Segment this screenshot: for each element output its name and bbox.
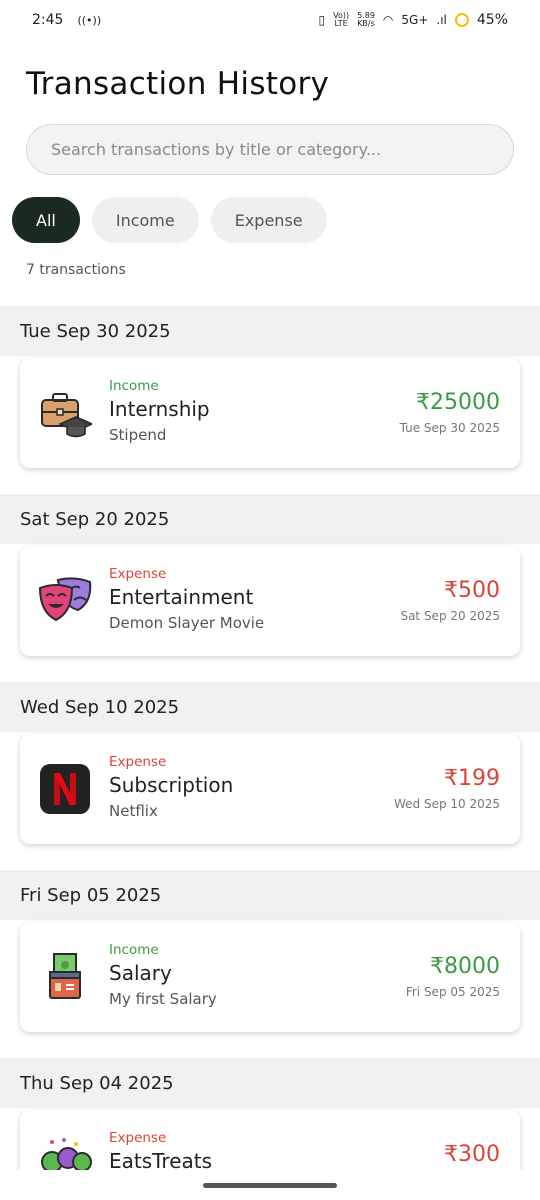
- theater-masks-icon: [38, 577, 92, 622]
- transaction-card[interactable]: Expense Entertainment Demon Slayer Movie…: [20, 546, 520, 656]
- transaction-category: Subscription: [109, 773, 234, 797]
- transaction-category: Salary: [109, 961, 172, 985]
- date-header: Wed Sep 10 2025: [0, 682, 540, 732]
- transaction-amount: ₹199: [444, 766, 500, 791]
- transaction-description: Demon Slayer Movie: [109, 614, 265, 632]
- transaction-date: Wed Sep 10 2025: [393, 797, 500, 811]
- transaction-type: Income: [109, 378, 159, 394]
- wifi-calling-icon: ◠: [382, 13, 394, 27]
- transaction-type: Expense: [109, 566, 167, 582]
- search-input[interactable]: [51, 140, 513, 159]
- briefcase-graduation-icon: [41, 393, 92, 438]
- transaction-card[interactable]: Income Internship Stipend ₹25000 Tue Sep…: [20, 358, 520, 468]
- transaction-type: Expense: [109, 754, 167, 770]
- battery-ring-icon: [454, 13, 469, 27]
- transaction-date: Tue Sep 30 2025: [399, 421, 500, 435]
- transaction-category: EatsTreats: [109, 1149, 213, 1170]
- filter-chip-income[interactable]: Income: [91, 197, 199, 243]
- transaction-description: Stipend: [109, 426, 167, 444]
- filter-chip-expense[interactable]: Expense: [210, 197, 327, 243]
- transaction-list[interactable]: Tue Sep 30 2025 Income Internship Stipen…: [0, 306, 540, 1170]
- network-type: 5G+: [401, 13, 429, 27]
- date-header: Sat Sep 20 2025: [0, 494, 540, 544]
- date-header: Fri Sep 05 2025: [0, 870, 540, 920]
- transaction-description: Netflix: [109, 802, 158, 820]
- date-group: Wed Sep 10 2025 Expense Subscription Net…: [0, 682, 540, 870]
- battery-percent: 45%: [476, 12, 508, 28]
- transaction-type: Expense: [109, 1130, 167, 1146]
- date-header: Tue Sep 30 2025: [0, 306, 540, 356]
- signal-icon: .ıl: [436, 13, 447, 27]
- search-bar[interactable]: [26, 124, 514, 175]
- transaction-card[interactable]: Expense Subscription Netflix ₹199 Wed Se…: [20, 734, 520, 844]
- hotspot-icon: ((•)): [77, 13, 102, 27]
- transaction-amount: ₹300: [444, 1142, 500, 1167]
- transaction-category: Entertainment: [109, 585, 254, 609]
- transaction-date: Sat Sep 20 2025: [400, 609, 500, 623]
- volte-indicator: Vo)) LTE: [333, 11, 350, 28]
- filter-chip-all[interactable]: All: [12, 197, 80, 243]
- gesture-nav-bar[interactable]: [203, 1183, 337, 1188]
- netflix-logo-icon: [40, 764, 90, 814]
- transaction-amount: ₹25000: [416, 390, 500, 415]
- transaction-description: My first Salary: [109, 990, 217, 1008]
- status-bar: 2:45 ((•)) ▯ Vo)) LTE 5.89 KB/s ◠ 5G+ .ıl …: [0, 0, 540, 40]
- filter-chips: All Income Expense: [12, 197, 327, 243]
- transaction-amount: ₹8000: [430, 954, 500, 979]
- date-group: Thu Sep 04 2025 Expense EatsTreats ₹300: [0, 1058, 540, 1170]
- transaction-amount: ₹500: [444, 578, 500, 603]
- transaction-card[interactable]: Expense EatsTreats ₹300: [20, 1110, 520, 1170]
- page-title: Transaction History: [26, 66, 330, 102]
- date-group: Fri Sep 05 2025 Income Salary My first S…: [0, 870, 540, 1058]
- transaction-category: Internship: [109, 397, 210, 421]
- date-header: Thu Sep 04 2025: [0, 1058, 540, 1108]
- transaction-count: 7 transactions: [26, 262, 126, 278]
- transaction-type: Income: [109, 942, 159, 958]
- clock: 2:45: [32, 12, 64, 28]
- transaction-card[interactable]: Income Salary My first Salary ₹8000 Fri …: [20, 922, 520, 1032]
- food-treats-icon: [41, 1138, 92, 1170]
- salary-money-icon: [49, 953, 81, 999]
- date-group: Tue Sep 30 2025 Income Internship Stipen…: [0, 306, 540, 494]
- transaction-date: Fri Sep 05 2025: [405, 985, 500, 999]
- date-group: Sat Sep 20 2025 Expense Entertainment De…: [0, 494, 540, 682]
- vibrate-icon: ▯: [318, 13, 326, 27]
- net-speed: 5.89 KB/s: [357, 11, 375, 28]
